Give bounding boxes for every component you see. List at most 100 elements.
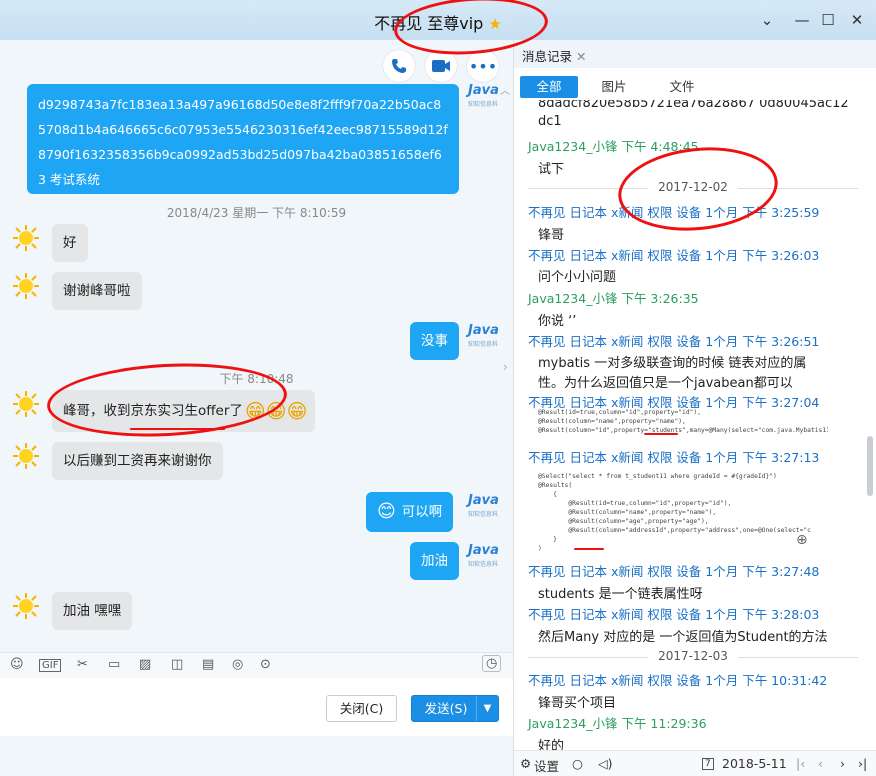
history-message: 你说 ‘’ xyxy=(538,314,577,329)
history-message: dc1 xyxy=(538,114,562,129)
input-toolbar: ☺ GIF ✂ ▭ ▨ ◫ ▤ ◎ ⊙ ◷ xyxy=(0,652,513,678)
history-meta: 不再见 日记本 x新闻 权限 设备 1个月 下午 3:26:51 xyxy=(528,334,820,349)
message-bubble[interactable]: 以后赚到工资再来谢谢你 xyxy=(52,442,223,480)
history-message: 性。为什么返回值只是一个javabean都可以 xyxy=(538,376,793,391)
message-bubble-offer[interactable]: 峰哥，收到京东实习生offer了 😁😁😁 xyxy=(52,390,316,432)
avatar[interactable]: Java 知软信息科 xyxy=(468,544,502,578)
history-message: mybatis 一对多级联查询的时候 链表对应的属 xyxy=(538,356,807,371)
bubble-line: d9298743a7fc183ea13a497a96168d50e8e8f2ff… xyxy=(38,97,442,112)
history-meta: Java1234_小锋 下午 11:29:36 xyxy=(528,716,707,731)
filter-files[interactable]: 文件 xyxy=(662,76,702,98)
pane-splitter-icon[interactable]: › xyxy=(503,360,508,374)
history-message: 锋哥买个项目 xyxy=(538,696,617,711)
avatar-label: Java xyxy=(468,493,499,508)
history-meta: 不再见 日记本 x新闻 权限 设备 1个月 下午 3:28:03 xyxy=(528,607,820,622)
send-label: 发送(S) xyxy=(424,701,468,716)
calendar-icon[interactable]: 7 xyxy=(702,758,714,770)
sun-avatar-icon[interactable] xyxy=(12,390,40,418)
zoom-icon[interactable]: ⊕ xyxy=(796,532,808,548)
tab-history[interactable]: 消息记录 ✕ xyxy=(522,46,587,65)
scroll-up-icon[interactable]: ︿ xyxy=(500,82,510,97)
code-screenshot[interactable]: @Result(id=true,column="id",property="id… xyxy=(538,408,828,436)
date-value[interactable]: 2018-5-11 xyxy=(722,756,787,771)
red-underline-annotation xyxy=(574,548,604,550)
message-bubble[interactable]: 好 xyxy=(52,224,88,262)
history-bottom-bar: ⚙ 设置 ○ ◁) 7 2018-5-11 |‹ ‹ › ›| xyxy=(514,750,876,776)
bubble-line: 8790f1632358356b9ca0992ad53bd25d097ba42b… xyxy=(38,147,442,162)
maximize-icon[interactable]: ☐ xyxy=(817,9,839,31)
message-text: 可以啊 xyxy=(401,504,443,520)
sun-avatar-icon[interactable] xyxy=(12,442,40,470)
close-icon[interactable]: ✕ xyxy=(576,49,586,64)
avatar[interactable]: Java 知软信息科 xyxy=(468,84,502,118)
history-meta: Java1234_小锋 下午 3:26:35 xyxy=(528,291,699,306)
chevron-down-icon[interactable]: ⌄ xyxy=(756,9,778,31)
gif-icon[interactable]: GIF xyxy=(39,659,62,672)
close-icon[interactable]: ✕ xyxy=(846,9,868,31)
filter-images[interactable]: 图片 xyxy=(594,76,634,98)
video-icon[interactable] xyxy=(425,50,457,82)
window-title: 不再见 至尊vip ★ xyxy=(374,14,502,33)
sun-avatar-icon[interactable] xyxy=(12,272,40,300)
message-bubble[interactable]: 谢谢峰哥啦 xyxy=(52,272,142,310)
minimize-icon[interactable]: — xyxy=(791,9,813,31)
clock-icon[interactable]: ◷ xyxy=(482,655,502,672)
history-scrollbar[interactable] xyxy=(865,100,875,760)
message-bubble[interactable]: 加油 xyxy=(410,542,459,580)
chat-actions: ••• xyxy=(383,50,499,82)
more-icon[interactable]: ⊙ xyxy=(260,657,271,672)
music-icon[interactable]: ◎ xyxy=(232,657,243,672)
history-meta: 不再见 日记本 x新闻 权限 设备 1个月 下午 3:27:13 xyxy=(528,450,820,465)
first-page-icon[interactable]: |‹ xyxy=(796,756,805,771)
sun-avatar-icon[interactable] xyxy=(12,224,40,252)
timestamp: 2018/4/23 星期一 下午 8:10:59 xyxy=(166,206,347,220)
settings-label[interactable]: 设置 xyxy=(534,756,559,775)
red-underline-annotation xyxy=(130,428,225,430)
folder-icon[interactable]: ▭ xyxy=(108,657,120,672)
message-bubble[interactable]: 加油 嘿嘿 xyxy=(52,592,133,630)
chat-pane: ••• d9298743a7fc183ea13a497a96168d50e8e8… xyxy=(0,40,513,776)
tab-label: 消息记录 xyxy=(522,49,573,64)
smile-emoji-icon: 😊 xyxy=(377,501,396,522)
history-message: 试下 xyxy=(538,162,565,177)
more-icon[interactable]: ••• xyxy=(467,50,499,82)
message-bubble-sure[interactable]: 😊 可以啊 xyxy=(366,492,454,532)
prev-page-icon[interactable]: ‹ xyxy=(818,756,823,771)
avatar[interactable]: Java 知软信息科 xyxy=(468,494,502,528)
history-message: students 是一个链表属性呀 xyxy=(538,587,703,602)
history-message: 锋哥 xyxy=(538,228,565,243)
settings-icon[interactable]: ⚙ xyxy=(520,756,531,771)
last-page-icon[interactable]: ›| xyxy=(858,756,867,771)
star-icon: ★ xyxy=(488,15,502,33)
chevron-down-icon[interactable]: ▼ xyxy=(476,696,498,721)
message-bubble-hash[interactable]: d9298743a7fc183ea13a497a96168d50e8e8f2ff… xyxy=(27,84,459,194)
phone-icon[interactable] xyxy=(383,50,415,82)
title-bar: 不再见 至尊vip ★ ⌄ — ☐ ✕ xyxy=(0,0,876,40)
history-meta: Java1234_小锋 下午 4:48:45 xyxy=(528,139,699,154)
speaker-icon[interactable]: ◁) xyxy=(598,756,613,771)
grin-emoji-icon: 😁😁😁 xyxy=(244,399,308,423)
close-button[interactable]: 关闭(C) xyxy=(326,695,397,722)
avatar-sublabel: 知软信息科 xyxy=(468,561,499,568)
search-icon[interactable]: ○ xyxy=(572,756,583,771)
timestamp: 下午 8:10:48 xyxy=(219,372,294,386)
scissors-icon[interactable]: ✂ xyxy=(77,657,88,672)
next-page-icon[interactable]: › xyxy=(840,756,845,771)
code-screenshot[interactable]: @Select("select * from t_student11 where… xyxy=(538,472,828,554)
image-icon[interactable]: ▨ xyxy=(139,657,151,672)
avatar-sublabel: 知软信息科 xyxy=(468,341,499,348)
history-message: 问个小小问题 xyxy=(538,270,617,285)
filter-all[interactable]: 全部 xyxy=(520,76,578,98)
send-button[interactable]: 发送(S) ▼ xyxy=(411,695,499,722)
sun-avatar-icon[interactable] xyxy=(12,592,40,620)
red-packet-icon[interactable]: ▤ xyxy=(202,657,214,672)
message-bubble[interactable]: 没事 xyxy=(410,322,459,360)
shake-icon[interactable]: ◫ xyxy=(171,657,183,672)
message-list: d9298743a7fc183ea13a497a96168d50e8e8f2ff… xyxy=(0,80,513,692)
history-message: 然后Many 对应的是 一个返回值为Student的方法 xyxy=(538,630,828,645)
emoji-icon[interactable]: ☺ xyxy=(10,657,24,672)
scrollbar-thumb[interactable] xyxy=(867,436,873,496)
avatar[interactable]: Java 知软信息科 xyxy=(468,324,502,358)
history-meta: 不再见 日记本 x新闻 权限 设备 1个月 下午 3:25:59 xyxy=(528,205,820,220)
history-meta: 不再见 日记本 x新闻 权限 设备 1个月 下午 3:27:48 xyxy=(528,564,820,579)
